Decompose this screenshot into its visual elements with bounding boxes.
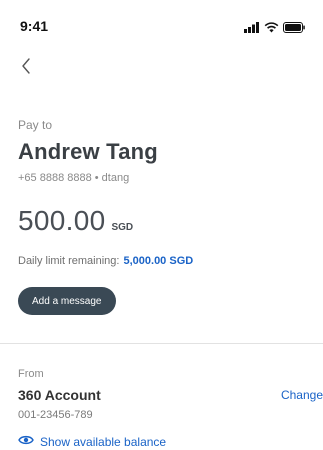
battery-icon bbox=[283, 20, 305, 38]
add-message-button[interactable]: Add a message bbox=[18, 287, 116, 315]
amount-value: 500.00 bbox=[18, 205, 106, 236]
daily-limit: Daily limit remaining: 5,000.00 SGD bbox=[18, 255, 193, 267]
amount-currency: SGD bbox=[111, 222, 134, 233]
back-button[interactable] bbox=[14, 56, 38, 80]
show-balance-label: Show available balance bbox=[40, 435, 167, 449]
daily-limit-value: 5,000.00 SGD bbox=[123, 255, 194, 267]
status-bar: 9:41 bbox=[0, 0, 323, 44]
wifi-icon bbox=[264, 20, 279, 38]
status-time: 9:41 bbox=[20, 18, 49, 34]
account-number: 001-23456-789 bbox=[18, 409, 93, 421]
pay-to-label: Pay to bbox=[18, 118, 53, 132]
chevron-left-icon bbox=[20, 57, 32, 80]
eye-icon bbox=[18, 433, 34, 450]
change-account-link[interactable]: Change bbox=[281, 388, 323, 402]
show-balance-toggle[interactable]: Show available balance bbox=[18, 433, 166, 450]
status-icons bbox=[244, 20, 305, 38]
account-name: 360 Account bbox=[18, 387, 101, 403]
payee-details: +65 8888 8888 • dtang bbox=[18, 172, 130, 184]
section-divider bbox=[0, 343, 323, 344]
payee-name: Andrew Tang bbox=[18, 139, 158, 164]
daily-limit-label: Daily limit remaining: bbox=[18, 255, 120, 267]
amount-display[interactable]: 500.00 SGD bbox=[18, 205, 133, 237]
from-label: From bbox=[18, 368, 44, 380]
signal-icon bbox=[244, 20, 260, 38]
